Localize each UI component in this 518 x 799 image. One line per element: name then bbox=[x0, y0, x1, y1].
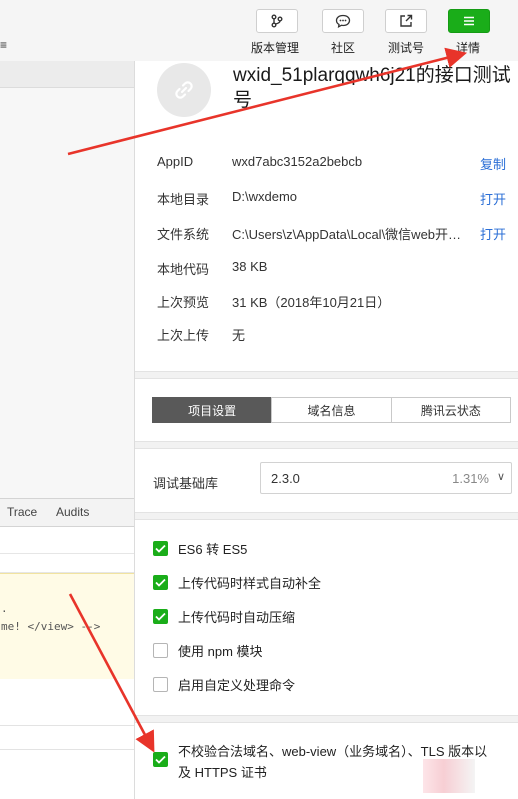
tab-domain-info[interactable]: 域名信息 bbox=[271, 397, 392, 423]
community-button[interactable] bbox=[322, 9, 364, 33]
checkbox-unchecked-icon[interactable] bbox=[153, 642, 168, 658]
last-preview-label: 上次预览 bbox=[157, 295, 210, 310]
toolbar: ≡ 版本管理 社区 测试号 详情 bbox=[0, 0, 518, 62]
checkbox-checked-icon[interactable] bbox=[153, 608, 168, 624]
link-icon bbox=[175, 81, 193, 99]
tab-tencent-cloud-status[interactable]: 腾讯云状态 bbox=[390, 397, 511, 423]
file-system-label: 文件系统 bbox=[157, 227, 210, 242]
checkbox-checked-icon[interactable] bbox=[153, 540, 168, 556]
tab-trace[interactable]: Trace bbox=[7, 505, 37, 519]
test-account-button[interactable] bbox=[385, 9, 427, 33]
section-divider bbox=[135, 715, 518, 723]
last-upload-value: 无 bbox=[232, 328, 246, 343]
local-code-value: 38 KB bbox=[232, 259, 268, 274]
toolbar-left-fragment: ≡ bbox=[0, 38, 8, 52]
local-dir-value: D:\wxdemo bbox=[232, 189, 298, 204]
section-divider bbox=[135, 441, 518, 449]
console-output bbox=[0, 679, 134, 799]
file-system-value: C:\Users\z\AppData\Local\微信web开发者工具\User… bbox=[232, 227, 464, 242]
chevron-down-icon: ∨ bbox=[496, 471, 505, 483]
console-row bbox=[0, 554, 134, 573]
open-local-dir-link[interactable]: 打开 bbox=[480, 189, 506, 208]
appid-label: AppID bbox=[157, 154, 194, 169]
share-icon bbox=[400, 14, 413, 27]
details-label: 详情 bbox=[456, 41, 481, 55]
option-label: 启用自定义处理命令 bbox=[178, 677, 296, 693]
option-label: 使用 npm 模块 bbox=[178, 643, 263, 659]
console-line: . bbox=[1, 602, 8, 615]
chat-icon bbox=[335, 14, 351, 28]
test-account-label: 测试号 bbox=[388, 41, 425, 55]
version-control-button[interactable] bbox=[256, 9, 298, 33]
console-line: me! </view> --> bbox=[1, 620, 101, 633]
simulator-area bbox=[0, 88, 134, 498]
checkbox-unchecked-icon[interactable] bbox=[153, 676, 168, 692]
tab-project-settings[interactable]: 项目设置 bbox=[152, 397, 273, 423]
option-custom-command[interactable]: 启用自定义处理命令 bbox=[153, 676, 296, 693]
appid-value: wxd7abc3152a2bebcb bbox=[232, 154, 363, 169]
settings-tabs: 项目设置 域名信息 腾讯云状态 bbox=[152, 397, 511, 423]
option-style-autocomplete[interactable]: 上传代码时样式自动补全 bbox=[153, 574, 322, 591]
last-preview-value: 31 KB（2018年10月21日） bbox=[232, 295, 391, 310]
console-warning: . me! </view> --> bbox=[0, 573, 134, 680]
divider bbox=[0, 725, 134, 726]
copy-appid-link[interactable]: 复制 bbox=[480, 154, 506, 173]
option-es6-to-es5[interactable]: ES6 转 ES5 bbox=[153, 540, 248, 557]
community-label: 社区 bbox=[331, 41, 356, 55]
base-library-usage: 1.31% bbox=[452, 471, 489, 486]
left-panel-header bbox=[0, 61, 134, 88]
devtools-tabbar: Trace Audits bbox=[0, 498, 134, 527]
branch-icon bbox=[271, 14, 283, 28]
local-dir-label: 本地目录 bbox=[157, 192, 210, 207]
blurred-region bbox=[423, 759, 475, 793]
base-library-select[interactable]: 2.3.0 1.31% ∨ bbox=[260, 462, 512, 494]
details-button[interactable] bbox=[448, 9, 490, 33]
option-label: 上传代码时自动压缩 bbox=[178, 609, 296, 625]
section-divider bbox=[135, 371, 518, 379]
local-code-label: 本地代码 bbox=[157, 262, 210, 277]
details-panel: wxid_51plarqqwh6j21的接口测试号 AppID wxd7abc3… bbox=[134, 61, 518, 799]
section-divider bbox=[135, 512, 518, 520]
project-name: wxid_51plarqqwh6j21的接口测试号 bbox=[233, 65, 511, 111]
version-control-label: 版本管理 bbox=[251, 41, 300, 55]
last-upload-label: 上次上传 bbox=[157, 328, 210, 343]
option-label: ES6 转 ES5 bbox=[178, 541, 248, 557]
menu-icon bbox=[464, 16, 474, 26]
option-label: 上传代码时样式自动补全 bbox=[178, 575, 322, 591]
option-npm-module[interactable]: 使用 npm 模块 bbox=[153, 642, 263, 659]
tab-audits[interactable]: Audits bbox=[56, 505, 89, 519]
option-auto-compress[interactable]: 上传代码时自动压缩 bbox=[153, 608, 296, 625]
divider bbox=[0, 749, 134, 750]
open-file-system-link[interactable]: 打开 bbox=[480, 224, 506, 243]
base-library-label: 调试基础库 bbox=[153, 476, 219, 491]
base-library-version: 2.3.0 bbox=[271, 471, 300, 486]
checkbox-checked-icon[interactable] bbox=[153, 752, 168, 767]
project-avatar bbox=[157, 63, 211, 117]
console-row bbox=[0, 527, 134, 554]
checkbox-checked-icon[interactable] bbox=[153, 574, 168, 590]
